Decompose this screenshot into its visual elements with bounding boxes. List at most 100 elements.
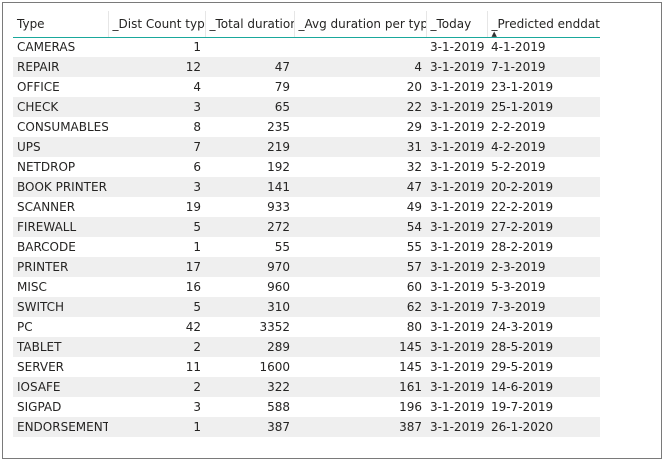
cell-avg-duration-per-type: 55 xyxy=(294,237,426,257)
cell-avg-duration-per-type: 4 xyxy=(294,57,426,77)
cell-total-duration: 970 xyxy=(205,257,294,277)
cell-avg-duration-per-type: 32 xyxy=(294,157,426,177)
cell-predicted-enddate: 26-1-2020 xyxy=(487,417,600,437)
cell-today: 3-1-2019 xyxy=(426,137,487,157)
cell-predicted-enddate: 4-2-2019 xyxy=(487,137,600,157)
cell-avg-duration-per-type: 60 xyxy=(294,277,426,297)
cell-total-duration: 65 xyxy=(205,97,294,117)
cell-avg-duration-per-type: 49 xyxy=(294,197,426,217)
cell-predicted-enddate: 7-3-2019 xyxy=(487,297,600,317)
cell-total-duration: 47 xyxy=(205,57,294,77)
cell-total-duration: 272 xyxy=(205,217,294,237)
table-row[interactable]: ENDORSEMENT 1 387 387 3-1-2019 26-1-2020 xyxy=(13,417,600,437)
cell-dist-count-type: 19 xyxy=(108,197,205,217)
column-header-avg-duration-per-type[interactable]: _Avg duration per type xyxy=(294,11,427,38)
sort-ascending-icon[interactable]: ▲ xyxy=(492,31,497,37)
table-row[interactable]: TABLET 2 289 145 3-1-2019 28-5-2019 xyxy=(13,337,600,357)
cell-total-duration: 588 xyxy=(205,397,294,417)
table-row[interactable]: PRINTER 17 970 57 3-1-2019 2-3-2019 xyxy=(13,257,600,277)
cell-type: MISC xyxy=(13,277,108,297)
table-row[interactable]: IOSAFE 2 322 161 3-1-2019 14-6-2019 xyxy=(13,377,600,397)
cell-dist-count-type: 42 xyxy=(108,317,205,337)
cell-today: 3-1-2019 xyxy=(426,317,487,337)
cell-today: 3-1-2019 xyxy=(426,417,487,437)
cell-total-duration: 1600 xyxy=(205,357,294,377)
cell-dist-count-type: 7 xyxy=(108,137,205,157)
cell-total-duration: 3352 xyxy=(205,317,294,337)
table-row[interactable]: CAMERAS 1 3-1-2019 4-1-2019 xyxy=(13,37,600,57)
table-row[interactable]: CHECK 3 65 22 3-1-2019 25-1-2019 xyxy=(13,97,600,117)
column-header-total-duration[interactable]: _Total duration xyxy=(205,11,295,38)
table-row[interactable]: SCANNER 19 933 49 3-1-2019 22-2-2019 xyxy=(13,197,600,217)
cell-dist-count-type: 3 xyxy=(108,97,205,117)
cell-dist-count-type: 1 xyxy=(108,237,205,257)
table-row[interactable]: UPS 7 219 31 3-1-2019 4-2-2019 xyxy=(13,137,600,157)
cell-type: NETDROP xyxy=(13,157,108,177)
table-row[interactable]: SERVER 11 1600 145 3-1-2019 29-5-2019 xyxy=(13,357,600,377)
cell-type: FIREWALL xyxy=(13,217,108,237)
table-row[interactable]: OFFICE 4 79 20 3-1-2019 23-1-2019 xyxy=(13,77,600,97)
cell-predicted-enddate: 14-6-2019 xyxy=(487,377,600,397)
column-header-label: _Today xyxy=(430,16,472,31)
cell-today: 3-1-2019 xyxy=(426,337,487,357)
cell-type: BOOK PRINTER xyxy=(13,177,108,197)
cell-avg-duration-per-type: 62 xyxy=(294,297,426,317)
column-header-dist-count-type[interactable]: _Dist Count type xyxy=(108,11,206,38)
table-row[interactable]: BARCODE 1 55 55 3-1-2019 28-2-2019 xyxy=(13,237,600,257)
cell-total-duration: 219 xyxy=(205,137,294,157)
cell-dist-count-type: 5 xyxy=(108,297,205,317)
cell-today: 3-1-2019 xyxy=(426,37,487,57)
cell-avg-duration-per-type: 145 xyxy=(294,337,426,357)
cell-predicted-enddate: 25-1-2019 xyxy=(487,97,600,117)
cell-total-duration: 141 xyxy=(205,177,294,197)
table-row[interactable]: BOOK PRINTER 3 141 47 3-1-2019 20-2-2019 xyxy=(13,177,600,197)
cell-avg-duration-per-type: 161 xyxy=(294,377,426,397)
column-header-type[interactable]: Type xyxy=(13,11,109,38)
cell-today: 3-1-2019 xyxy=(426,57,487,77)
table-row[interactable]: SWITCH 5 310 62 3-1-2019 7-3-2019 xyxy=(13,297,600,317)
cell-today: 3-1-2019 xyxy=(426,77,487,97)
cell-dist-count-type: 8 xyxy=(108,117,205,137)
table-row[interactable]: REPAIR 12 47 4 3-1-2019 7-1-2019 xyxy=(13,57,600,77)
column-header-predicted-enddate[interactable]: _Predicted enddate ▲ xyxy=(487,11,600,38)
cell-predicted-enddate: 19-7-2019 xyxy=(487,397,600,417)
cell-dist-count-type: 4 xyxy=(108,77,205,97)
cell-dist-count-type: 1 xyxy=(108,417,205,437)
cell-dist-count-type: 1 xyxy=(108,37,205,57)
cell-today: 3-1-2019 xyxy=(426,97,487,117)
cell-type: PC xyxy=(13,317,108,337)
cell-today: 3-1-2019 xyxy=(426,157,487,177)
cell-predicted-enddate: 28-2-2019 xyxy=(487,237,600,257)
cell-dist-count-type: 12 xyxy=(108,57,205,77)
cell-predicted-enddate: 28-5-2019 xyxy=(487,337,600,357)
cell-avg-duration-per-type xyxy=(294,37,426,57)
table-row[interactable]: PC 42 3352 80 3-1-2019 24-3-2019 xyxy=(13,317,600,337)
cell-avg-duration-per-type: 196 xyxy=(294,397,426,417)
cell-predicted-enddate: 2-2-2019 xyxy=(487,117,600,137)
cell-avg-duration-per-type: 387 xyxy=(294,417,426,437)
cell-dist-count-type: 6 xyxy=(108,157,205,177)
table-row[interactable]: SIGPAD 3 588 196 3-1-2019 19-7-2019 xyxy=(13,397,600,417)
cell-avg-duration-per-type: 57 xyxy=(294,257,426,277)
table-row[interactable]: MISC 16 960 60 3-1-2019 5-3-2019 xyxy=(13,277,600,297)
cell-avg-duration-per-type: 80 xyxy=(294,317,426,337)
column-header-today[interactable]: _Today xyxy=(426,11,488,38)
table-row[interactable]: NETDROP 6 192 32 3-1-2019 5-2-2019 xyxy=(13,157,600,177)
cell-predicted-enddate: 5-3-2019 xyxy=(487,277,600,297)
table-row[interactable]: CONSUMABLES 8 235 29 3-1-2019 2-2-2019 xyxy=(13,117,600,137)
cell-dist-count-type: 11 xyxy=(108,357,205,377)
cell-predicted-enddate: 24-3-2019 xyxy=(487,317,600,337)
cell-predicted-enddate: 29-5-2019 xyxy=(487,357,600,377)
cell-dist-count-type: 2 xyxy=(108,377,205,397)
cell-today: 3-1-2019 xyxy=(426,177,487,197)
column-header-label: Type xyxy=(17,16,45,31)
cell-today: 3-1-2019 xyxy=(426,217,487,237)
cell-total-duration: 933 xyxy=(205,197,294,217)
cell-predicted-enddate: 2-3-2019 xyxy=(487,257,600,277)
table-visual[interactable]: Type _Dist Count type _Total duration _A… xyxy=(13,11,603,437)
cell-type: IOSAFE xyxy=(13,377,108,397)
cell-type: SERVER xyxy=(13,357,108,377)
cell-dist-count-type: 16 xyxy=(108,277,205,297)
cell-type: SWITCH xyxy=(13,297,108,317)
table-row[interactable]: FIREWALL 5 272 54 3-1-2019 27-2-2019 xyxy=(13,217,600,237)
